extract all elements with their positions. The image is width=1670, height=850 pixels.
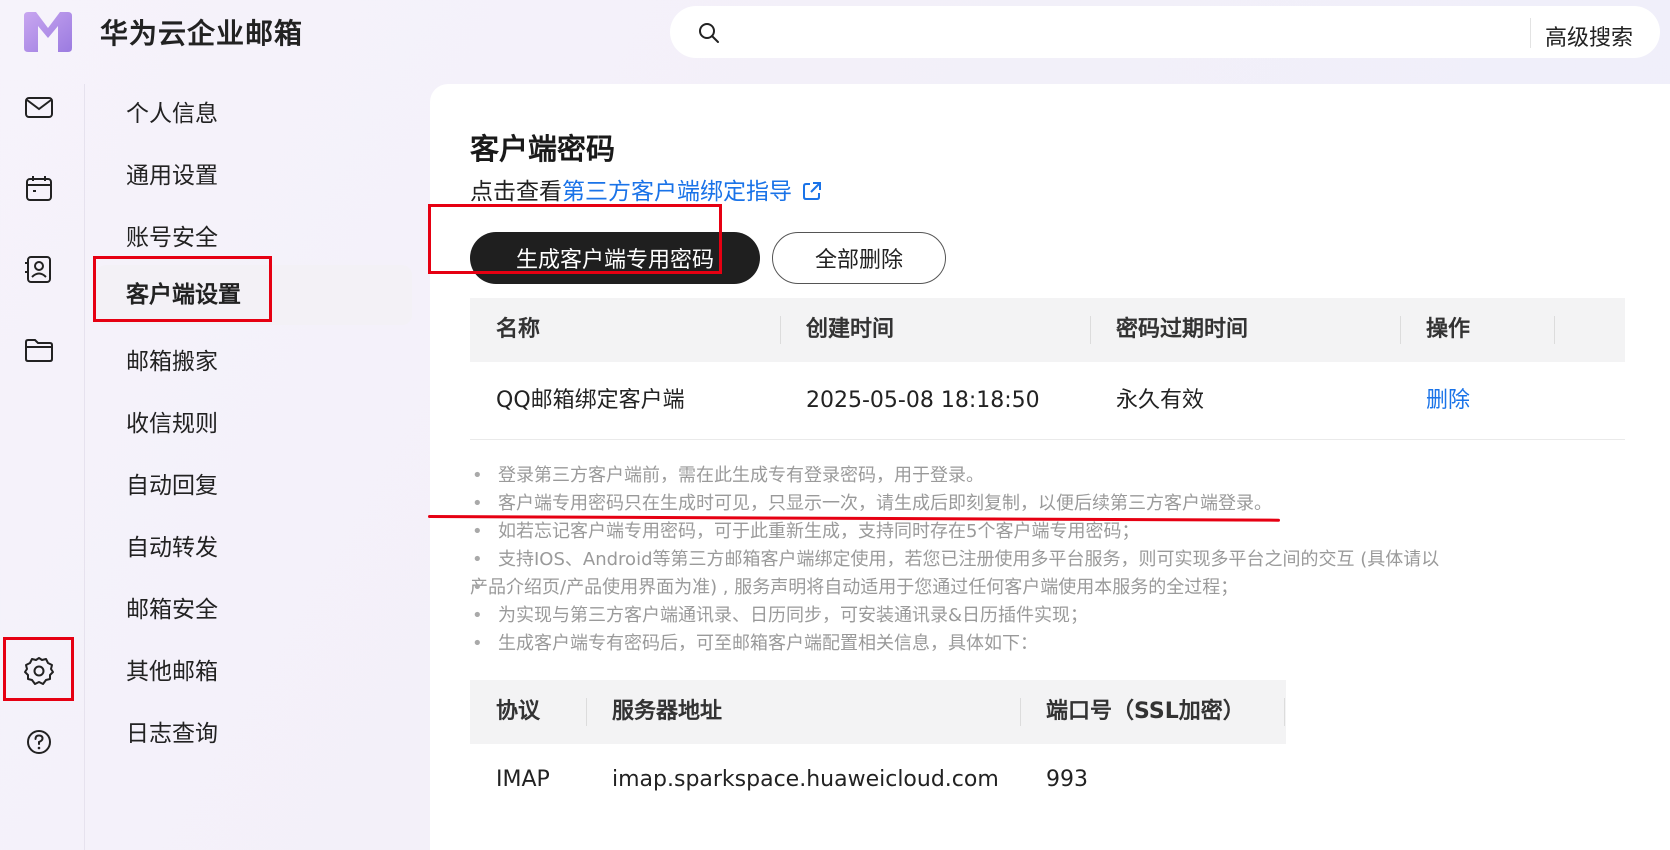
app-title: 华为云企业邮箱 [100,17,304,50]
note-item: 如若忘记客户端专用密码，可于此重新生成，支持同时存在5个客户端专用密码； [470,518,1530,546]
nav-item-auto-reply[interactable]: 自动回复 [96,456,412,516]
rail-divider [84,84,85,850]
note-item: 登录第三方客户端前，需在此生成专有登录密码，用于登录。 [470,462,1530,490]
mail-icon[interactable] [22,90,56,124]
guide-prefix: 点击查看 [470,179,562,205]
column-separator [780,316,781,344]
column-separator [1554,316,1555,344]
advanced-search-button[interactable]: 高级搜索 [1545,20,1633,52]
cell-port: 993 [1046,767,1088,792]
delete-all-button[interactable]: 全部删除 [772,232,946,284]
contacts-icon[interactable] [22,252,56,286]
calendar-icon[interactable] [22,171,56,205]
nav-item-mailbox-migration[interactable]: 邮箱搬家 [96,332,412,392]
column-separator [586,698,587,726]
table-header: 协议 服务器地址 端口号（SSL加密） [470,680,1286,744]
nav-item-log-query[interactable]: 日志查询 [96,704,412,764]
nav-item-client-settings[interactable]: 客户端设置 [96,265,412,325]
search-input[interactable] [730,16,1570,48]
note-item: 客户端专用密码只在生成时可见，只显示一次，请生成后即刻复制，以便后续第三方客户端… [470,490,1530,518]
note-item: 为实现与第三方客户端通讯录、日历同步，可安装通讯录&日历插件实现； [470,602,1530,630]
cell-created: 2025-05-08 18:18:50 [806,388,1040,413]
cell-server: imap.sparkspace.huaweicloud.com [612,767,999,792]
external-link-icon[interactable] [802,181,822,201]
search-divider [1530,18,1531,48]
nav-item-general-settings[interactable]: 通用设置 [96,146,412,206]
column-separator [1020,698,1021,726]
column-header-name: 名称 [496,317,541,342]
icon-rail [0,64,84,850]
table-row: QQ邮箱绑定客户端 2025-05-08 18:18:50 永久有效 删除 [470,362,1625,440]
nav-item-auto-forward[interactable]: 自动转发 [96,518,412,578]
cell-name: QQ邮箱绑定客户端 [496,388,685,413]
guide-line: 点击查看第三方客户端绑定指导 [470,172,822,206]
cell-expires: 永久有效 [1116,388,1205,413]
nav-item-personal-info[interactable]: 个人信息 [96,84,412,144]
settings-icon[interactable] [22,654,56,688]
column-separator [1284,698,1285,726]
help-icon[interactable] [22,725,56,759]
logo-icon [22,12,74,52]
column-header-action: 操作 [1426,317,1471,342]
search-icon [698,22,720,44]
table-header: 名称 创建时间 密码过期时间 操作 [470,298,1625,362]
note-item-continuation: 产品介绍页/产品使用界面为准) , 服务声明将自动适用于您通过任何客户端使用本服… [470,574,1530,602]
delete-link[interactable]: 删除 [1426,362,1470,440]
cell-protocol: IMAP [496,767,550,792]
column-header-protocol: 协议 [496,699,541,724]
column-header-expires: 密码过期时间 [1116,317,1249,342]
note-item: 支持IOS、Android等第三方邮箱客户端绑定使用，若您已注册使用多平台服务，… [470,546,1530,574]
nav-item-account-security[interactable]: 账号安全 [96,208,412,268]
column-header-created: 创建时间 [806,317,895,342]
guide-link[interactable]: 第三方客户端绑定指导 [562,179,792,205]
folder-icon[interactable] [22,333,56,367]
notes-list: 登录第三方客户端前，需在此生成专有登录密码，用于登录。 客户端专用密码只在生成时… [470,462,1530,658]
nav-item-receive-rules[interactable]: 收信规则 [96,394,412,454]
column-separator [1400,316,1401,344]
nav-item-mailbox-security[interactable]: 邮箱安全 [96,580,412,640]
nav-item-other-mailboxes[interactable]: 其他邮箱 [96,642,412,702]
main-panel: 客户端密码 点击查看第三方客户端绑定指导 生成客户端专用密码 全部删除 名称 创… [430,84,1670,850]
generate-password-button[interactable]: 生成客户端专用密码 [470,232,760,284]
top-bar: 华为云企业邮箱 高级搜索 [0,0,1670,64]
column-separator [1090,316,1091,344]
page-title: 客户端密码 [470,132,616,166]
note-item: 生成客户端专有密码后，可至邮箱客户端配置相关信息，具体如下： [470,630,1530,658]
column-header-server: 服务器地址 [612,699,723,724]
table-row: IMAP imap.sparkspace.huaweicloud.com 993 [470,744,1286,816]
search-bar[interactable]: 高级搜索 [670,6,1660,58]
column-header-port: 端口号（SSL加密） [1046,699,1245,724]
